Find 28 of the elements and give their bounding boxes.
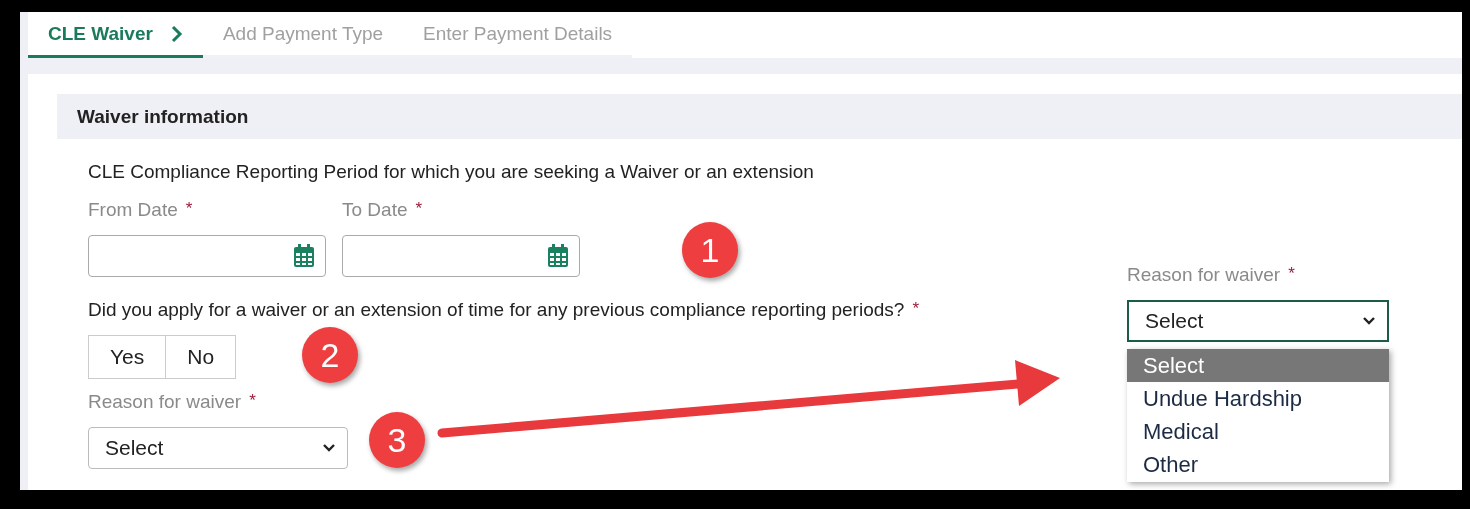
answer-button[interactable]: No — [165, 335, 237, 379]
answer-button[interactable]: Yes — [88, 335, 167, 379]
dropdown-option[interactable]: Undue Hardship — [1127, 382, 1389, 415]
calendar-icon — [547, 244, 569, 268]
reason-select[interactable]: Select — [88, 427, 348, 469]
dropdown-option[interactable]: Other — [1127, 448, 1389, 481]
required-mark: * — [185, 199, 193, 219]
reason-select[interactable]: Select — [1127, 300, 1389, 342]
step-tab[interactable]: CLE Waiver — [28, 12, 203, 58]
field-label: To Date — [342, 199, 408, 221]
required-mark: * — [912, 299, 919, 320]
calendar-icon — [293, 244, 315, 268]
dropdown-option[interactable]: Medical — [1127, 415, 1389, 448]
caret-icon — [1363, 317, 1375, 325]
chevron-icon — [170, 24, 183, 43]
dropdown-option[interactable]: Select — [1127, 349, 1389, 382]
section-header: Waiver information — [57, 94, 1462, 139]
caret-icon — [323, 444, 335, 452]
required-mark: * — [249, 391, 256, 411]
required-mark: * — [415, 199, 423, 219]
required-mark: * — [1288, 264, 1295, 284]
date-field[interactable] — [88, 235, 326, 277]
period-label: CLE Compliance Reporting Period for which you are seeking a Waiver or an extension — [88, 161, 815, 184]
date-field[interactable] — [342, 235, 580, 277]
field-label: Reason for waiver — [1127, 264, 1281, 286]
field-label: From Date — [88, 199, 178, 221]
field-label: Reason for waiver — [88, 391, 242, 413]
question-text: Did you apply for a waiver or an extension of time for any previous compliance reporting periods? — [88, 299, 905, 322]
